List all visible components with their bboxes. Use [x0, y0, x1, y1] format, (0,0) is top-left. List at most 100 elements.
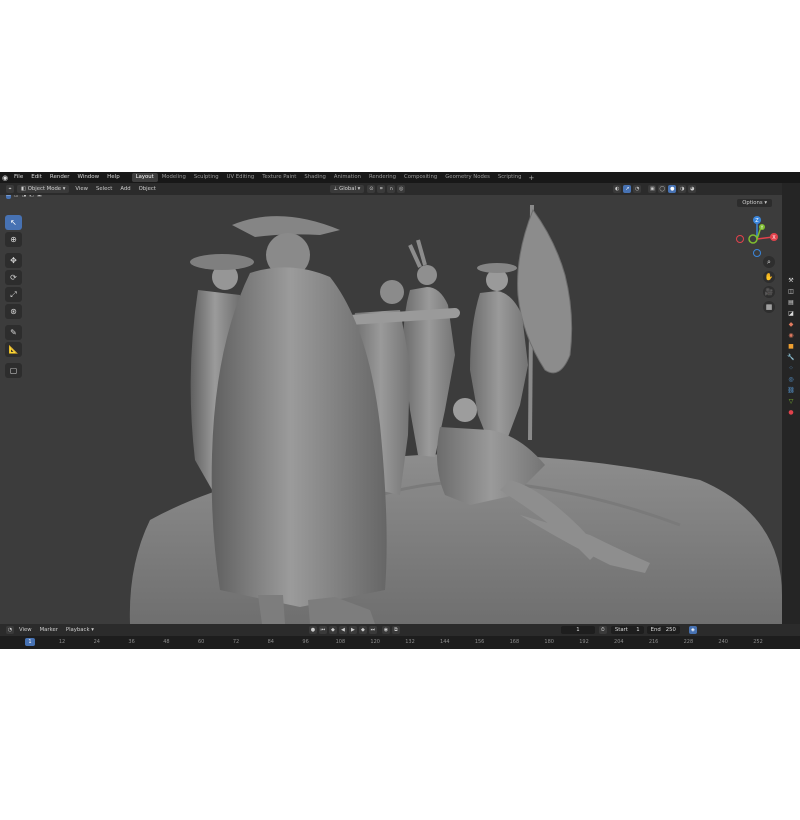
snap-icon[interactable]: ⌗ — [377, 185, 386, 193]
material-shading-icon[interactable]: ◑ — [678, 185, 687, 193]
scene-properties-icon[interactable]: ◆ — [787, 320, 795, 328]
clock-icon[interactable]: ⏱ — [598, 626, 607, 634]
wireframe-shading-icon[interactable]: ◯ — [658, 185, 667, 193]
object-properties-icon[interactable]: ■ — [787, 342, 795, 350]
timeline-view-options-icon[interactable]: ◈ — [688, 626, 697, 634]
data-properties-icon[interactable]: ▽ — [787, 397, 795, 405]
tab-uv-editing[interactable]: UV Editing — [223, 173, 259, 182]
tab-scripting[interactable]: Scripting — [494, 173, 526, 182]
menu-add[interactable]: Add — [116, 183, 134, 195]
move-tool-icon[interactable]: ✥ — [5, 253, 22, 268]
physics-icon[interactable]: ◎ — [787, 375, 795, 383]
jump-start-icon[interactable]: ⏮ — [318, 626, 327, 634]
select-new-icon[interactable]: ▭ — [6, 195, 11, 199]
pan-hand-icon[interactable]: ✋ — [763, 271, 775, 283]
rotate-tool-icon[interactable]: ⟳ — [5, 270, 22, 285]
transform-orientation-select[interactable]: ⟂ Global ▾ — [329, 185, 365, 193]
timeline-tick-label: 216 — [648, 639, 659, 645]
timeline-tick-label: 12 — [58, 639, 66, 645]
end-frame-field[interactable]: End 250 — [646, 626, 680, 634]
annotate-tool-icon[interactable]: ✎ — [5, 325, 22, 340]
tab-modeling[interactable]: Modeling — [158, 173, 190, 182]
record-icon[interactable]: ● — [308, 626, 317, 634]
add-cube-tool-icon[interactable]: ▢ — [5, 363, 22, 378]
menu-object[interactable]: Object — [135, 183, 160, 195]
menu-select[interactable]: Select — [92, 183, 116, 195]
solid-shading-icon[interactable]: ● — [668, 185, 677, 193]
start-frame-field[interactable]: Start 1 — [610, 626, 644, 634]
scale-tool-icon[interactable]: ⤢ — [5, 287, 22, 302]
jump-end-icon[interactable]: ⏭ — [368, 626, 377, 634]
select-invert-icon[interactable]: ◩ — [29, 195, 34, 199]
play-icon[interactable]: ▶ — [348, 626, 357, 634]
cursor-tool-icon[interactable]: ⊕ — [5, 232, 22, 247]
options-button[interactable]: Options ▾ — [737, 199, 772, 207]
select-box-tool-icon[interactable]: ↖ — [5, 215, 22, 230]
menu-edit[interactable]: Edit — [27, 172, 46, 183]
editor-type-icon[interactable]: ⌖ — [6, 185, 14, 193]
perspective-grid-icon[interactable]: ▦ — [763, 301, 775, 313]
tab-layout[interactable]: Layout — [131, 173, 158, 182]
transform-tool-icon[interactable]: ⊛ — [5, 304, 22, 319]
camera-view-icon[interactable]: 🎥 — [763, 286, 775, 298]
timeline-ruler[interactable]: 1 12 24 36 48 60 72 84 96 108 120 132 144 156 168 180 1… — [0, 636, 800, 649]
current-frame-indicator[interactable]: 1 — [25, 638, 35, 646]
tab-rendering[interactable]: Rendering — [365, 173, 400, 182]
keying-icon[interactable]: ◉ — [381, 626, 390, 634]
play-reverse-icon[interactable]: ◀ — [338, 626, 347, 634]
tab-texture-paint[interactable]: Texture Paint — [258, 173, 300, 182]
tool-properties-icon[interactable]: ⚒ — [787, 276, 795, 284]
menu-help[interactable]: Help — [103, 172, 124, 183]
tab-geometry-nodes[interactable]: Geometry Nodes — [441, 173, 494, 182]
timeline-tick-label: 84 — [267, 639, 274, 645]
tab-shading[interactable]: Shading — [300, 173, 330, 182]
world-properties-icon[interactable]: ◉ — [787, 331, 795, 339]
add-workspace-icon[interactable]: + — [525, 174, 537, 182]
timeline-tick-label: 156 — [474, 639, 485, 645]
tool-shelf: ▭ ◫ ◨ ◩ ▣ — [5, 195, 42, 205]
prev-keyframe-icon[interactable]: ◆ — [328, 626, 337, 634]
mode-select[interactable]: ◧ Object Mode ▾ — [17, 185, 70, 193]
constraints-icon[interactable]: ⛓ — [787, 386, 795, 394]
render-properties-icon[interactable]: ◫ — [787, 287, 795, 295]
rendered-shading-icon[interactable]: ◕ — [688, 185, 697, 193]
next-keyframe-icon[interactable]: ◆ — [358, 626, 367, 634]
menu-file[interactable]: File — [10, 172, 27, 183]
menu-render[interactable]: Render — [46, 172, 74, 183]
proportional-edit-icon[interactable]: ◎ — [397, 185, 406, 193]
overlay-icon[interactable]: ◔ — [633, 185, 642, 193]
blender-logo-icon[interactable]: ◉ — [0, 172, 10, 183]
view-layer-icon[interactable]: ◪ — [787, 309, 795, 317]
select-intersect-icon[interactable]: ▣ — [36, 195, 42, 199]
select-extend-icon[interactable]: ◫ — [13, 195, 19, 199]
tab-sculpting[interactable]: Sculpting — [190, 173, 223, 182]
gizmo-y-label: Y — [760, 225, 764, 230]
material-properties-icon[interactable]: ● — [787, 408, 795, 416]
auto-key-icon[interactable]: ⧉ — [391, 626, 400, 634]
timeline-tick-label: 120 — [370, 639, 380, 645]
magnet-icon[interactable]: ∩ — [387, 185, 396, 193]
current-frame-field[interactable]: 1 — [560, 626, 595, 634]
frame-range: 1 ⏱ Start 1 End 250 ◈ — [560, 626, 698, 634]
timeline-playback-menu[interactable]: Playback ▾ — [62, 627, 98, 633]
tab-compositing[interactable]: Compositing — [400, 173, 441, 182]
menu-view[interactable]: View — [71, 183, 92, 195]
pivot-icon[interactable]: ⊙ — [367, 185, 376, 193]
zoom-icon[interactable]: ⌕ — [763, 256, 775, 268]
3d-viewport[interactable]: ▭ ◫ ◨ ◩ ▣ ↖ ⊕ ✥ ⟳ ⤢ ⊛ ✎ 📐 ▢ Options ▾ Z … — [0, 195, 782, 624]
timeline-marker-menu[interactable]: Marker — [36, 627, 62, 633]
navigation-gizmo[interactable]: Z X Y — [735, 215, 779, 259]
tab-animation[interactable]: Animation — [330, 173, 365, 182]
visibility-icon[interactable]: ◐ — [613, 185, 622, 193]
timeline-editor-type-icon[interactable]: ◔ — [6, 626, 14, 634]
top-menu-bar: ◉ File Edit Render Window Help Layout Mo… — [0, 172, 800, 183]
modifier-properties-icon[interactable]: 🔧 — [787, 353, 795, 361]
figure-soldier-hat — [477, 263, 517, 273]
gizmo-toggle-icon[interactable]: ↗ — [623, 185, 632, 193]
menu-window[interactable]: Window — [73, 172, 103, 183]
xray-icon[interactable]: ▣ — [648, 185, 657, 193]
particles-icon[interactable]: ⁘ — [787, 364, 795, 372]
measure-tool-icon[interactable]: 📐 — [5, 342, 22, 357]
timeline-view-menu[interactable]: View — [15, 627, 36, 633]
output-properties-icon[interactable]: ▤ — [787, 298, 795, 306]
